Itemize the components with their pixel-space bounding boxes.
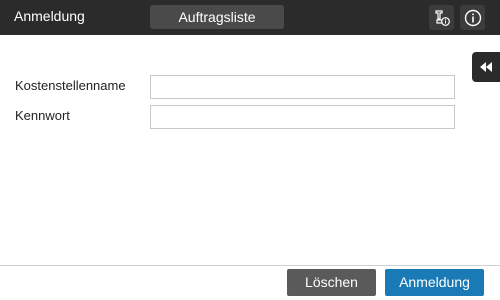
- double-chevron-left-icon: [480, 62, 492, 72]
- device-info-icon: [434, 9, 450, 26]
- info-icon: [464, 9, 481, 26]
- password-label: Kennwort: [15, 108, 70, 123]
- screen-title: Anmeldung: [14, 8, 85, 24]
- help-button[interactable]: [460, 5, 485, 30]
- cost-center-input[interactable]: [150, 75, 455, 99]
- side-panel-toggle[interactable]: [472, 52, 500, 82]
- top-bar: Anmeldung Auftragsliste: [0, 0, 500, 35]
- password-input[interactable]: [150, 105, 455, 129]
- login-button[interactable]: Anmeldung: [385, 269, 484, 296]
- clear-button[interactable]: Löschen: [287, 269, 376, 296]
- device-info-button[interactable]: [429, 5, 454, 30]
- cost-center-label: Kostenstellenname: [15, 78, 126, 93]
- footer-divider: [0, 265, 500, 266]
- tab-job-list[interactable]: Auftragsliste: [150, 5, 284, 29]
